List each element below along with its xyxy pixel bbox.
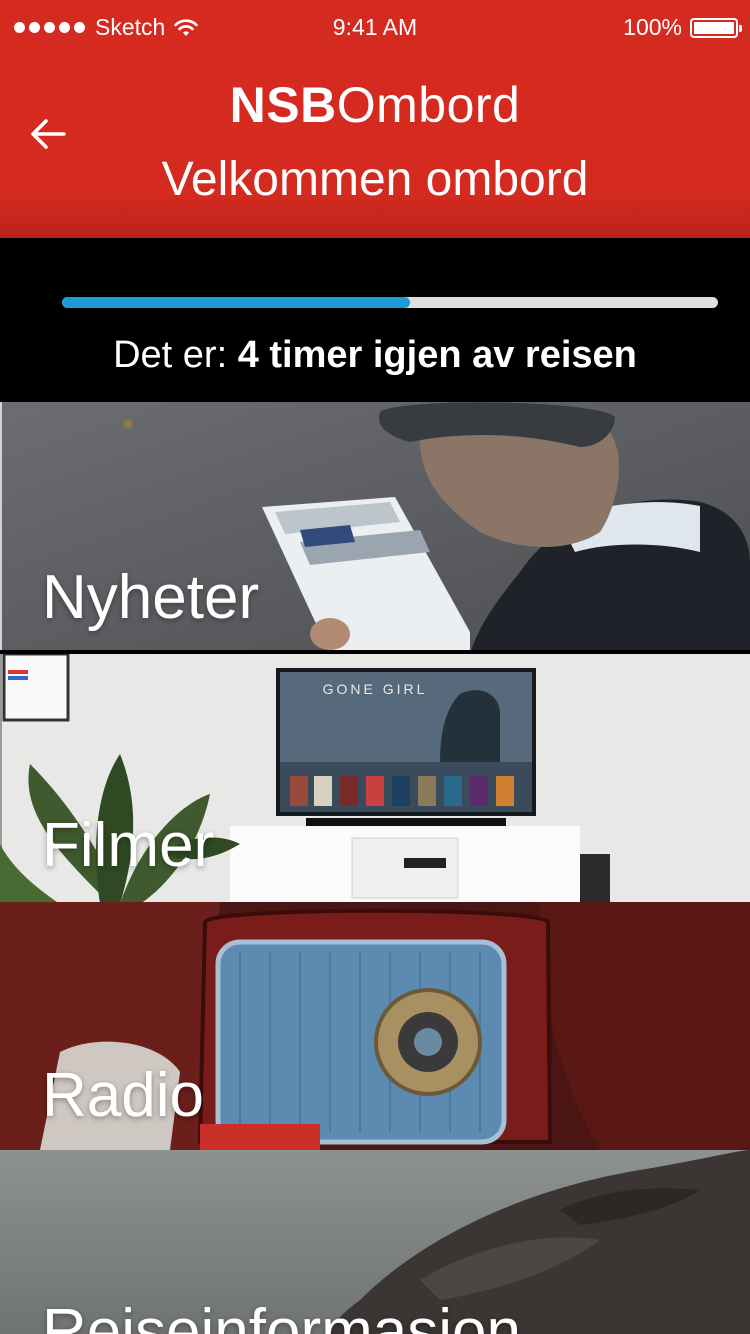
page-subtitle: Velkommen ombord (161, 153, 589, 206)
tile-travel-info[interactable]: Reiseinformasjon (0, 1150, 750, 1334)
app-logo: NSBOmbord (229, 77, 521, 133)
status-bar: Sketch 9:41 AM 100% (0, 0, 750, 52)
trip-progress-fill (62, 297, 410, 308)
tile-radio[interactable]: Radio (0, 902, 750, 1150)
battery-percent: 100% (623, 14, 682, 40)
movie-title-text: GONE GIRL (323, 681, 428, 697)
trip-progress-panel: Det er: 4 timer igjen av reisen (0, 238, 750, 402)
tile-movies[interactable]: GONE GIRL Filmer (0, 654, 750, 902)
tile-label: Reiseinformasjon (42, 1297, 521, 1334)
tile-news[interactable]: Nyheter (0, 402, 750, 650)
tile-label: Filmer (42, 811, 215, 880)
battery-icon (690, 17, 742, 38)
trip-progress-bar (62, 297, 718, 308)
trip-remaining-text: Det er: 4 timer igjen av reisen (113, 334, 637, 376)
tile-label: Nyheter (42, 563, 260, 632)
header: Sketch 9:41 AM 100% NSBOmbord Velkommen … (0, 0, 750, 238)
tile-label: Radio (42, 1061, 204, 1130)
